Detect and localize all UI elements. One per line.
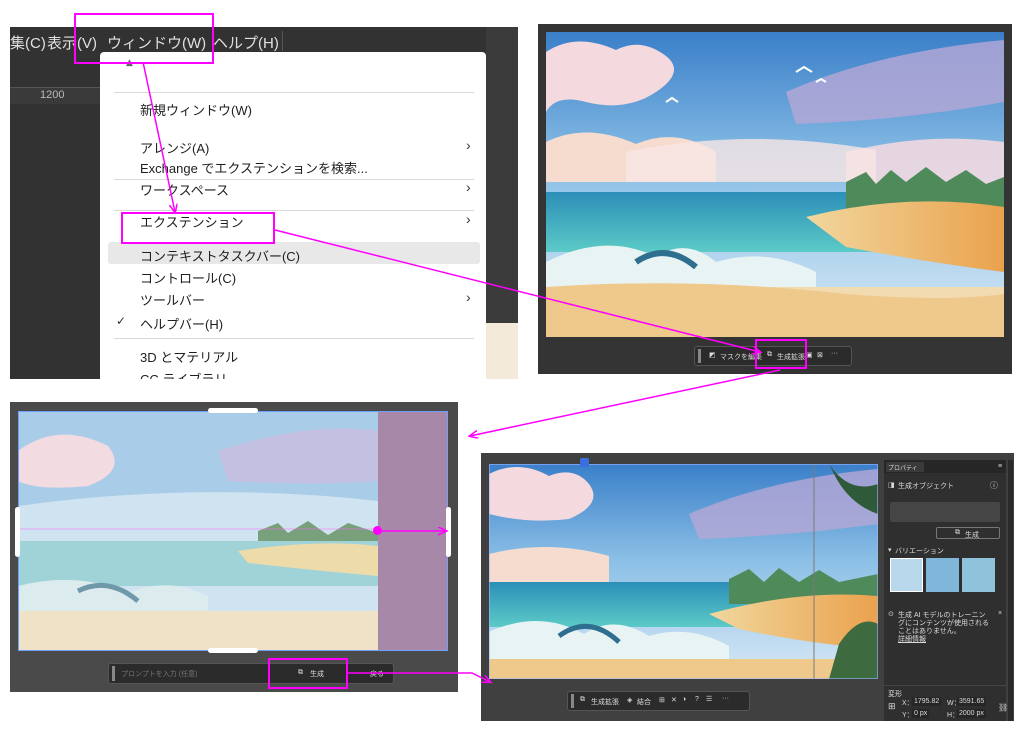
arrow-generate-to-result [348, 672, 490, 682]
arrow-item-to-taskbar [274, 229, 760, 352]
arrow-taskbar-to-canvas [470, 369, 781, 436]
annotation-arrows [142, 61, 781, 736]
arrow-window-to-item [142, 61, 175, 212]
